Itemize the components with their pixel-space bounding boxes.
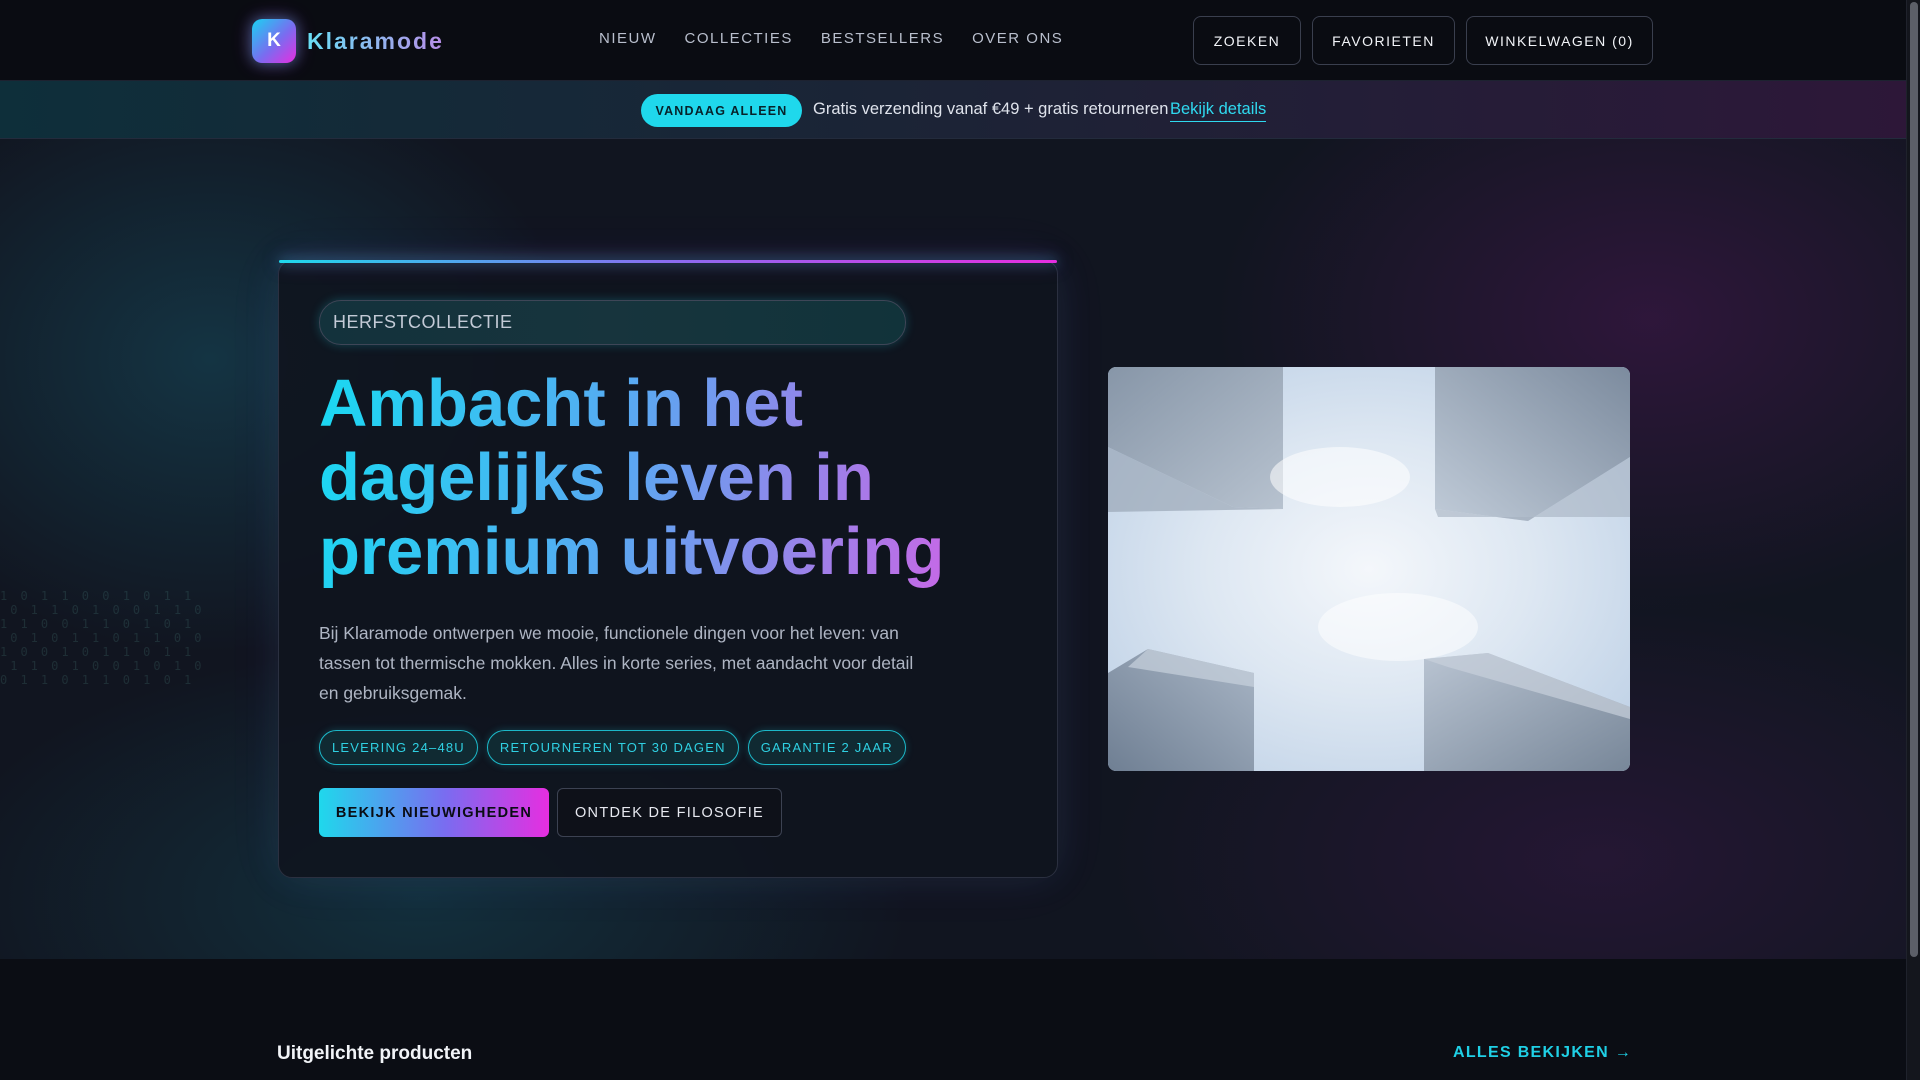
- hero-image: [1108, 367, 1630, 771]
- promo-text: Gratis verzending vanaf €49 + gratis ret…: [813, 100, 1169, 118]
- nav-item-over-ons[interactable]: OVER ONS: [972, 30, 1063, 47]
- card-accent-line: [279, 260, 1057, 263]
- page-scrollbar[interactable]: [1906, 0, 1920, 1080]
- hero-card: HERFSTCOLLECTIE Ambacht in het dagelijks…: [278, 260, 1058, 878]
- concrete-pillars-illustration: [1108, 367, 1630, 771]
- favorites-button[interactable]: FAVORIETEN: [1312, 16, 1455, 65]
- matrix-decoration: 1 0 1 1 0 0 1 0 1 1 0 1 1 0 1 0 0 1 1 0 …: [0, 589, 205, 687]
- promo-details-link[interactable]: Bekijk details: [1170, 100, 1267, 122]
- scrollbar-thumb[interactable]: [1910, 2, 1918, 957]
- brand-name: Klaramode: [307, 27, 444, 54]
- featured-title: Uitgelichte producten: [277, 1043, 473, 1064]
- hero-lead: Bij Klaramode ontwerpen we mooie, functi…: [319, 623, 914, 703]
- chip-delivery: LEVERING 24–48U: [319, 730, 478, 765]
- nav-item-collecties[interactable]: COLLECTIES: [685, 30, 793, 47]
- view-all-link[interactable]: ALLES BEKIJKEN →: [1453, 1044, 1632, 1062]
- nav-item-nieuw[interactable]: NIEUW: [599, 30, 657, 47]
- benefit-chips: LEVERING 24–48U RETOURNEREN TOT 30 DAGEN…: [319, 730, 906, 765]
- chip-returns: RETOURNEREN TOT 30 DAGEN: [486, 730, 739, 765]
- logo-mark: K: [252, 19, 296, 63]
- site-header: K Klaramode NIEUW COLLECTIES BESTSELLERS…: [0, 0, 1906, 81]
- chip-warranty: GARANTIE 2 JAAR: [747, 730, 906, 765]
- hero-headline: Ambacht in het dagelijks leven in premiu…: [319, 367, 999, 589]
- hero-section: 1 0 1 1 0 0 1 0 1 1 0 1 1 0 1 0 0 1 1 0 …: [0, 139, 1906, 959]
- cart-button[interactable]: WINKELWAGEN (0): [1466, 16, 1653, 65]
- brand-logo[interactable]: K Klaramode: [252, 19, 444, 63]
- view-new-button[interactable]: BEKIJK NIEUWIGHEDEN: [319, 788, 549, 837]
- collection-field[interactable]: HERFSTCOLLECTIE: [319, 300, 906, 345]
- search-button[interactable]: ZOEKEN: [1193, 16, 1301, 65]
- main-nav: NIEUW COLLECTIES BESTSELLERS OVER ONS: [599, 30, 1063, 47]
- discover-philosophy-button[interactable]: ONTDEK DE FILOSOFIE: [557, 788, 782, 837]
- nav-item-bestsellers[interactable]: BESTSELLERS: [821, 30, 944, 47]
- promo-badge: VANDAAG ALLEEN: [641, 94, 802, 127]
